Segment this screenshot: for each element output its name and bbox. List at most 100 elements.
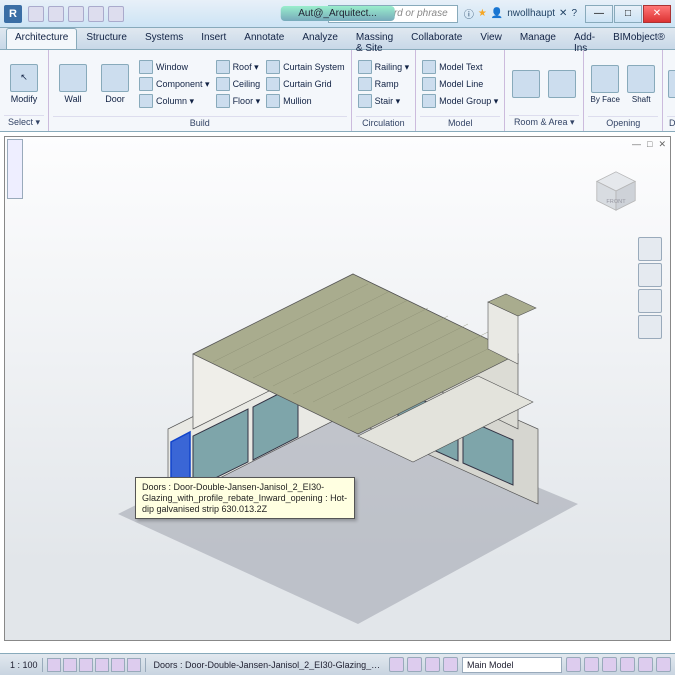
zoom-icon[interactable] bbox=[638, 289, 662, 313]
model-group-button[interactable]: Model Group ▾ bbox=[420, 93, 500, 109]
mullion-icon bbox=[266, 94, 280, 108]
panel-build: Wall Door Window Component ▾ Column ▾ Ro… bbox=[49, 50, 352, 131]
scale-selector[interactable]: 1 : 100 bbox=[10, 660, 38, 670]
curtain-grid-icon bbox=[266, 77, 280, 91]
room-button[interactable] bbox=[509, 55, 543, 113]
model-text-button[interactable]: Model Text bbox=[420, 59, 500, 75]
shaft-button[interactable]: Shaft bbox=[624, 55, 658, 113]
area-icon bbox=[548, 70, 576, 98]
viewcube[interactable]: FRONT bbox=[592, 167, 640, 215]
roof-button[interactable]: Roof ▾ bbox=[214, 59, 263, 75]
qat-undo-icon[interactable] bbox=[68, 6, 84, 22]
favorite-icon[interactable]: ★ bbox=[478, 8, 487, 19]
detail-level-icon[interactable] bbox=[63, 658, 77, 672]
qat-redo-icon[interactable] bbox=[88, 6, 104, 22]
floor-button[interactable]: Floor ▾ bbox=[214, 93, 263, 109]
signin-icon[interactable]: 👤 bbox=[491, 8, 503, 19]
properties-palette-collapsed[interactable] bbox=[7, 139, 23, 199]
tab-addins[interactable]: Add-Ins bbox=[565, 28, 604, 49]
orbit-icon[interactable] bbox=[638, 315, 662, 339]
worksets-icon[interactable] bbox=[389, 657, 404, 672]
curtain-system-button[interactable]: Curtain System bbox=[264, 59, 347, 75]
editable-only-icon[interactable] bbox=[425, 657, 440, 672]
tab-insert[interactable]: Insert bbox=[192, 28, 235, 49]
visual-style-icon[interactable] bbox=[79, 658, 93, 672]
component-button[interactable]: Component ▾ bbox=[137, 76, 212, 92]
tab-systems[interactable]: Systems bbox=[136, 28, 192, 49]
select-links-icon[interactable] bbox=[566, 657, 581, 672]
select-pinned-icon[interactable] bbox=[602, 657, 617, 672]
modify-button[interactable]: ↖ Modify bbox=[4, 55, 44, 113]
qat-open-icon[interactable] bbox=[28, 6, 44, 22]
shadows-icon[interactable] bbox=[111, 658, 125, 672]
model-line-button[interactable]: Model Line bbox=[420, 76, 500, 92]
tab-collaborate[interactable]: Collaborate bbox=[402, 28, 471, 49]
minimize-button[interactable]: — bbox=[585, 5, 613, 23]
viewport-3d[interactable]: — □ ✕ Door bbox=[4, 136, 671, 641]
curtain-grid-button[interactable]: Curtain Grid bbox=[264, 76, 347, 92]
view-minimize-icon[interactable]: — bbox=[632, 139, 641, 150]
design-option-selector[interactable]: Main Model bbox=[462, 657, 562, 673]
wall-icon bbox=[59, 64, 87, 92]
select-face-icon[interactable] bbox=[620, 657, 635, 672]
panel-opening: By Face Shaft Opening bbox=[584, 50, 663, 131]
grid-icon bbox=[668, 70, 675, 98]
close-button[interactable]: ✕ bbox=[643, 5, 671, 23]
wall-button[interactable]: Wall bbox=[53, 55, 93, 113]
document-title: Aut@_Arquitect... bbox=[280, 6, 395, 21]
model-group-icon bbox=[422, 94, 436, 108]
door-icon bbox=[101, 64, 129, 92]
pan-icon[interactable] bbox=[638, 263, 662, 287]
drag-elements-icon[interactable] bbox=[638, 657, 653, 672]
svg-text:FRONT: FRONT bbox=[606, 199, 626, 205]
tab-massing[interactable]: Massing & Site bbox=[347, 28, 402, 49]
panel-datum: Datum bbox=[663, 50, 675, 131]
tab-view[interactable]: View bbox=[471, 28, 511, 49]
tab-architecture[interactable]: Architecture bbox=[6, 28, 77, 49]
filter-icon[interactable] bbox=[656, 657, 671, 672]
tab-structure[interactable]: Structure bbox=[77, 28, 136, 49]
room-icon bbox=[512, 70, 540, 98]
user-area: ⓘ ★ 👤 nwollhaupt ✕ ? bbox=[464, 6, 577, 21]
by-face-button[interactable]: By Face bbox=[588, 55, 622, 113]
column-icon bbox=[139, 94, 153, 108]
help-icon[interactable]: ? bbox=[571, 8, 577, 19]
steering-wheel-icon[interactable] bbox=[638, 237, 662, 261]
door-button[interactable]: Door bbox=[95, 55, 135, 113]
stair-icon bbox=[358, 94, 372, 108]
window-icon bbox=[139, 60, 153, 74]
filter-icons bbox=[566, 657, 671, 672]
mullion-button[interactable]: Mullion bbox=[264, 93, 347, 109]
view-control-icon[interactable] bbox=[47, 658, 61, 672]
stair-button[interactable]: Stair ▾ bbox=[356, 93, 412, 109]
cursor-icon: ↖ bbox=[10, 64, 38, 92]
sun-path-icon[interactable] bbox=[95, 658, 109, 672]
ramp-button[interactable]: Ramp bbox=[356, 76, 412, 92]
tab-analyze[interactable]: Analyze bbox=[293, 28, 347, 49]
element-tooltip: Doors : Door-Double-Jansen-Janisol_2_EI3… bbox=[135, 477, 355, 519]
view-maximize-icon[interactable]: □ bbox=[647, 139, 652, 150]
tab-bimobject[interactable]: BIMobject® bbox=[604, 28, 674, 49]
ceiling-button[interactable]: Ceiling bbox=[214, 76, 263, 92]
exchange-icon[interactable]: ✕ bbox=[559, 8, 567, 19]
area-button[interactable] bbox=[545, 55, 579, 113]
view-close-icon[interactable]: ✕ bbox=[658, 139, 666, 150]
tab-manage[interactable]: Manage bbox=[511, 28, 565, 49]
maximize-button[interactable]: □ bbox=[614, 5, 642, 23]
qat-print-icon[interactable] bbox=[108, 6, 124, 22]
qat-save-icon[interactable] bbox=[48, 6, 64, 22]
window-button[interactable]: Window bbox=[137, 59, 212, 75]
shaft-icon bbox=[627, 65, 655, 93]
building-model bbox=[58, 204, 618, 624]
select-underlay-icon[interactable] bbox=[584, 657, 599, 672]
username-label[interactable]: nwollhaupt bbox=[507, 8, 555, 19]
app-icon[interactable]: R bbox=[4, 5, 22, 23]
column-button[interactable]: Column ▾ bbox=[137, 93, 212, 109]
datum-button[interactable] bbox=[667, 55, 675, 113]
tab-annotate[interactable]: Annotate bbox=[235, 28, 293, 49]
sync-icon[interactable] bbox=[443, 657, 458, 672]
crop-icon[interactable] bbox=[127, 658, 141, 672]
railing-button[interactable]: Railing ▾ bbox=[356, 59, 412, 75]
design-options-icon[interactable] bbox=[407, 657, 422, 672]
infocenter-icon[interactable]: ⓘ bbox=[464, 6, 474, 21]
